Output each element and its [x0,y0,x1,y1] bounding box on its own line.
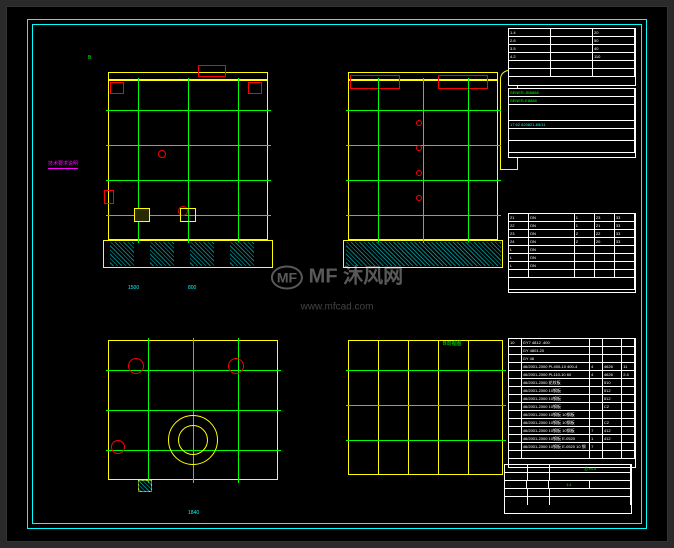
parts-list: 10GY7 4812 .400 GY 4801.20 GY 46 46/2001… [508,338,636,468]
cad-viewport: 技术要求说明 B B向视图 1500 800 1840 1.420 2.650 … [6,6,668,542]
section-view [338,330,518,495]
side-view [338,50,528,280]
dim-1: 1500 [128,285,139,291]
connection-table: 21DN12333 22DN12133 23DN22233 24DN22033 … [508,213,636,293]
section-label: B向视图 [443,340,461,347]
drawing-frame: 技术要求说明 B B向视图 1500 800 1840 1.420 2.650 … [27,19,647,529]
dim-3: 1840 [188,510,199,516]
tables-panel: 1.420 2.650 3.540 4.2110 SENER-JB8888 SE… [508,28,638,520]
notes-table: SENER-JB8888 SENER-E8888 17 62 620821-65… [508,88,636,158]
title-block: 总 m.4 1:1 [504,464,632,514]
annotation-left: 技术要求说明 [48,160,78,167]
front-view [78,50,298,280]
spec-table: 1.420 2.650 3.540 4.2110 [508,28,636,86]
label-b: B [88,55,91,61]
top-view [98,330,298,510]
dim-2: 800 [188,285,196,291]
